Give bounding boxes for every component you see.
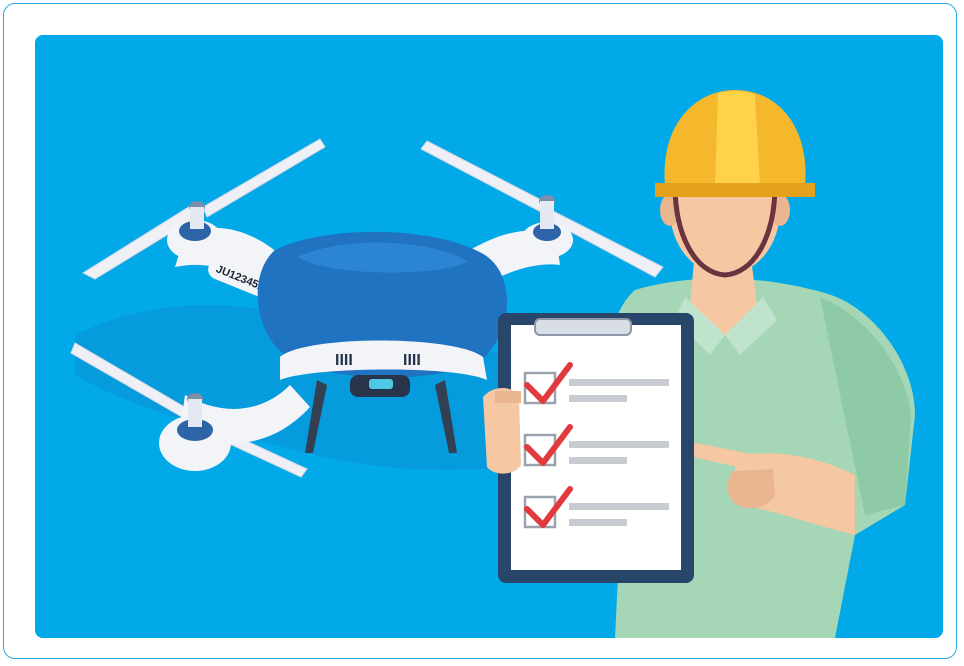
checklist-line [569, 379, 669, 386]
pointing-hand [727, 469, 775, 509]
clipboard [483, 313, 694, 583]
illustration-panel: JU12345ABCDE IIII IIII [35, 35, 943, 638]
checklist-line [569, 519, 627, 526]
checklist-line [569, 395, 627, 402]
drone-camera-lens [369, 379, 393, 389]
clipboard-clip [534, 318, 632, 336]
drone-inspection-illustration: JU12345ABCDE IIII IIII [35, 35, 943, 638]
drone-vent-left: IIII [335, 352, 353, 369]
checklist-line [569, 503, 669, 510]
drone-vent-right: IIII [403, 352, 421, 369]
checklist-line [569, 441, 669, 448]
checklist-line [569, 457, 627, 464]
holding-thumb [495, 391, 521, 403]
